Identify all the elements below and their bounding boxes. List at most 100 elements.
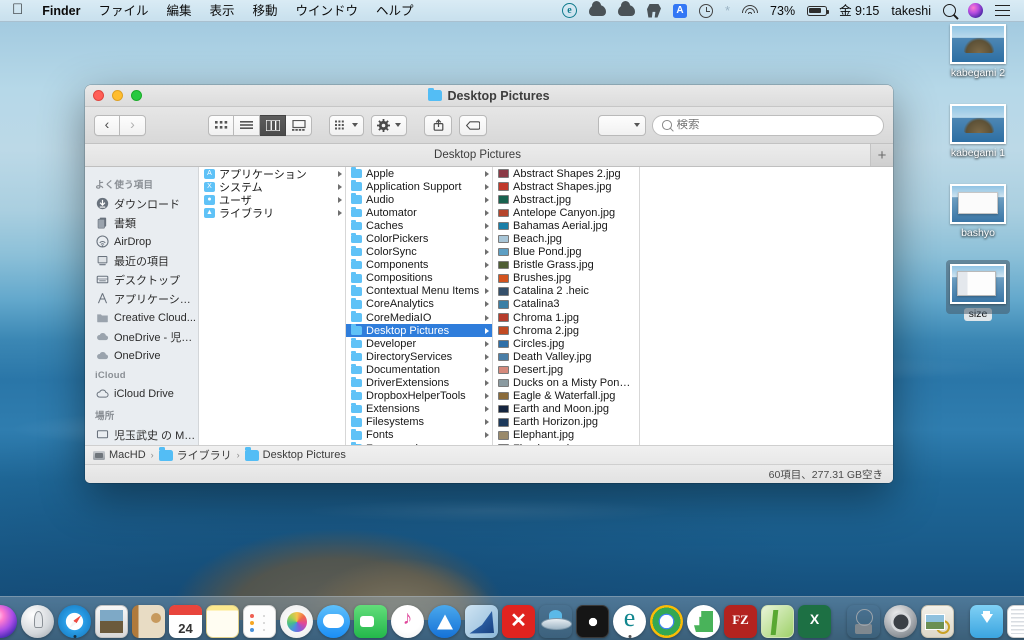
time-machine-icon[interactable] [693, 3, 719, 18]
desktop-icon-bashyo[interactable]: bashyo [940, 184, 1016, 240]
dock-item-google-chrome[interactable] [650, 600, 683, 638]
column-row[interactable]: Chroma 2.jpg [493, 324, 639, 337]
column-view-button[interactable] [260, 114, 286, 136]
siri-icon[interactable] [962, 3, 989, 18]
column-desktop-pictures[interactable]: Abstract Shapes 2.jpg Abstract Shapes.jpg… [493, 167, 640, 445]
cloud-icon[interactable] [583, 1, 612, 16]
dock-item-filezilla[interactable] [724, 600, 757, 638]
elephant-icon[interactable] [641, 3, 667, 18]
battery-icon[interactable] [801, 5, 833, 16]
column-row[interactable]: CoreMediaIO [346, 311, 492, 324]
dock-item-xmind[interactable] [502, 600, 535, 638]
path-item-machd[interactable]: MacHD [93, 449, 146, 461]
tab-desktop-pictures[interactable]: Desktop Pictures [85, 144, 870, 166]
column-volume-root[interactable]: A アプリケーション X システム ● ユーザ ▲ ライブラリ [199, 167, 346, 445]
column-row[interactable]: ColorPickers [346, 232, 492, 245]
desktop-icon-kabegami-2[interactable]: kabegami 2 [940, 24, 1016, 80]
dock-item-shark-app[interactable] [465, 600, 498, 638]
column-row[interactable]: Beach.jpg [493, 232, 639, 245]
spotlight-search-icon[interactable] [937, 4, 962, 17]
bluetooth-icon[interactable]: * [719, 0, 736, 22]
column-row[interactable]: Antelope Canyon.jpg [493, 206, 639, 219]
column-row[interactable]: Automator [346, 206, 492, 219]
sidebar-item-airdrop[interactable]: AirDrop [85, 232, 198, 251]
evernote-menu-icon[interactable]: e [556, 3, 583, 18]
dock-item-documents-stack[interactable] [1007, 600, 1024, 638]
column-row[interactable]: Extensions [346, 403, 492, 416]
column-row[interactable]: Ducks on a Misty Pond.jpg [493, 377, 639, 390]
sidebar-item-mac[interactable]: 児玉武史 の Mac... [85, 425, 198, 444]
dock-item-launchpad[interactable] [21, 600, 54, 638]
column-library[interactable]: Apple Application Support Audio Automator Ca… [346, 167, 493, 445]
column-row[interactable]: Components [346, 259, 492, 272]
menu-clock[interactable]: 金 9:15 [833, 0, 885, 22]
current-user-label[interactable]: takeshi [885, 0, 937, 22]
column-row[interactable]: Apple [346, 167, 492, 180]
column-row[interactable]: Abstract.jpg [493, 193, 639, 206]
wifi-icon[interactable] [736, 4, 764, 17]
column-row[interactable]: ▲ ライブラリ [199, 206, 345, 220]
notification-center-icon[interactable] [989, 4, 1016, 17]
dock-item-xcode[interactable] [847, 600, 880, 638]
column-row[interactable]: Developer [346, 337, 492, 350]
column-row[interactable]: Bahamas Aerial.jpg [493, 219, 639, 232]
dock-item-excel[interactable] [798, 600, 831, 638]
desktop-icon-size[interactable]: size [940, 260, 1016, 322]
sidebar-item-icloud-drive[interactable]: iCloud Drive [85, 384, 198, 403]
column-row[interactable]: Earth and Moon.jpg [493, 403, 639, 416]
column-row[interactable]: ColorSync [346, 245, 492, 259]
menu-item-go[interactable]: 移動 [244, 0, 287, 22]
column-row[interactable]: Bristle Grass.jpg [493, 259, 639, 272]
dock-item-app-store[interactable] [428, 600, 461, 638]
column-row[interactable]: Circles.jpg [493, 337, 639, 350]
desktop-icon-kabegami-1[interactable]: kabegami 1 [940, 104, 1016, 160]
column-row[interactable]: DriverExtensions [346, 376, 492, 390]
column-row[interactable]: Compositions [346, 272, 492, 285]
column-row[interactable]: Desert.jpg [493, 363, 639, 376]
column-row[interactable]: Abstract Shapes 2.jpg [493, 167, 639, 180]
finder-window[interactable]: Desktop Pictures ‹ › 検索 Desktop Pictures… [85, 85, 893, 483]
column-row[interactable]: DirectoryServices [346, 350, 492, 363]
back-button[interactable]: ‹ [94, 114, 120, 136]
column-row[interactable]: Eagle & Waterfall.jpg [493, 390, 639, 403]
column-row[interactable]: Documentation [346, 363, 492, 376]
menu-item-help[interactable]: ヘルプ [367, 0, 423, 22]
dock-item-siri[interactable] [0, 600, 17, 638]
sidebar-item-documents[interactable]: 書類 [85, 213, 198, 232]
column-row[interactable]: Elephant.jpg [493, 429, 639, 442]
column-row[interactable]: Desktop Pictures [346, 324, 492, 338]
group-items-button[interactable] [329, 114, 364, 136]
column-row[interactable]: Catalina 2 .heic [493, 285, 639, 298]
column-row[interactable]: Fonts [346, 429, 492, 442]
column-row[interactable]: Contextual Menu Items [346, 285, 492, 298]
tag-button[interactable] [459, 114, 487, 136]
column-row[interactable]: Audio [346, 193, 492, 206]
dock-item-evernote[interactable] [687, 600, 720, 638]
dock-item-safari[interactable] [58, 600, 91, 638]
column-row[interactable]: CoreAnalytics [346, 298, 492, 311]
dock-item-disk-utility-app[interactable] [576, 600, 609, 638]
dock-item-system-preferences[interactable] [884, 600, 917, 638]
sidebar-item-onedrive-personal[interactable]: OneDrive - 児玉... [85, 327, 198, 346]
column-preview-empty[interactable] [640, 167, 893, 445]
menu-app-name[interactable]: Finder [33, 0, 89, 22]
dock-item-notes[interactable] [206, 600, 239, 638]
dock-item-facetime[interactable] [354, 600, 387, 638]
toolbar-extra-dropdown[interactable] [598, 114, 646, 136]
column-row[interactable]: Flamingos.jpg [493, 442, 639, 445]
icon-view-button[interactable] [208, 114, 234, 136]
column-row[interactable]: Brushes.jpg [493, 272, 639, 285]
share-button[interactable] [424, 114, 452, 136]
sidebar-item-desktop[interactable]: デスクトップ [85, 270, 198, 289]
dock-item-maps-app[interactable] [761, 600, 794, 638]
action-menu-button[interactable] [371, 114, 407, 136]
path-item-desktop-pictures[interactable]: Desktop Pictures [244, 447, 346, 461]
dock-item-contacts[interactable] [132, 600, 165, 638]
dock-item-preview[interactable] [921, 600, 954, 638]
dock-item-itunes[interactable] [391, 600, 424, 638]
sidebar-item-applications[interactable]: アプリケーション [85, 289, 198, 308]
column-row[interactable]: Abstract Shapes.jpg [493, 180, 639, 193]
dock-item-ufo-app[interactable] [539, 600, 572, 638]
sidebar-item-creative-cloud[interactable]: Creative Cloud... [85, 308, 198, 327]
new-tab-button[interactable]: + [870, 144, 893, 166]
